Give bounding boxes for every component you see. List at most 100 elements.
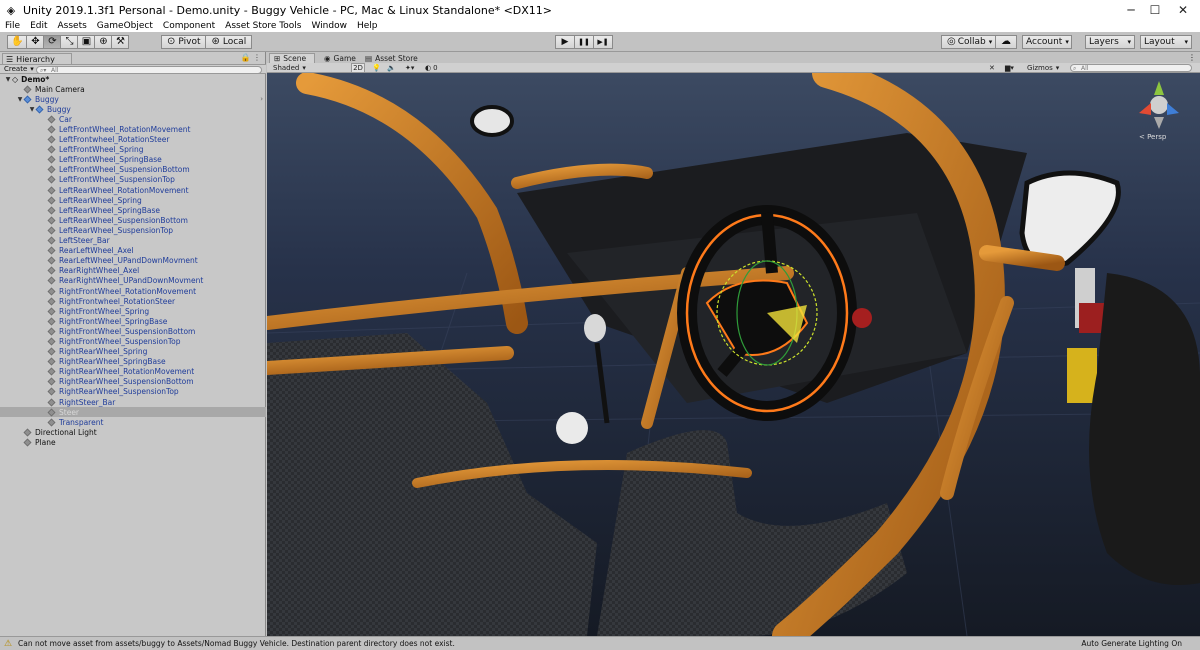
hierarchy-row[interactable]: ▼ Buggy › bbox=[0, 94, 266, 104]
hierarchy-row[interactable]: LeftRearWheel_SuspensionTop bbox=[0, 225, 266, 235]
effects-dropdown-icon[interactable]: ✦▾ bbox=[405, 63, 414, 73]
hierarchy-row[interactable]: Plane bbox=[0, 437, 266, 447]
tab-scene[interactable]: ⊞ Scene bbox=[269, 53, 315, 63]
scene-viewport[interactable]: < Persp bbox=[267, 73, 1200, 636]
hierarchy-row[interactable]: LeftFrontWheel_Spring bbox=[0, 145, 266, 155]
layers-button[interactable]: Layers bbox=[1085, 35, 1135, 49]
hierarchy-row[interactable]: LeftRearWheel_Spring bbox=[0, 195, 266, 205]
hierarchy-row[interactable]: RearLeftWheel_UPandDownMovment bbox=[0, 256, 266, 266]
hierarchy-row[interactable]: RearRightWheel_UPandDownMovment bbox=[0, 276, 266, 286]
account-button[interactable]: Account bbox=[1022, 35, 1072, 49]
rotate-tool-button[interactable]: ⟳ bbox=[43, 35, 62, 49]
camera-settings-icon[interactable]: ▆▾ bbox=[1005, 63, 1014, 73]
create-dropdown[interactable]: Create bbox=[0, 65, 34, 73]
scale-tool-button[interactable]: ⤡ bbox=[60, 35, 79, 49]
collab-button[interactable]: ◎ Collab bbox=[941, 35, 999, 49]
hierarchy-row[interactable]: RightRearWheel_SuspensionTop bbox=[0, 387, 266, 397]
hierarchy-row[interactable]: Directional Light bbox=[0, 427, 266, 437]
rect-tool-button[interactable]: ▣ bbox=[77, 35, 96, 49]
shading-mode-dropdown[interactable]: Shaded bbox=[273, 63, 347, 73]
hand-tool-button[interactable]: ✋ bbox=[7, 35, 28, 49]
pivot-button[interactable]: ⊙ Pivot bbox=[161, 35, 207, 49]
hidden-objects-icon[interactable]: ◐ 0 bbox=[425, 63, 438, 73]
custom-tool-button[interactable]: ⚒ bbox=[111, 35, 130, 49]
scene-panel-menu-icon[interactable]: ⋮ bbox=[1188, 53, 1196, 62]
menu-window[interactable]: Window bbox=[306, 21, 352, 31]
collab-dropdown[interactable]: ◎ Collab bbox=[941, 35, 999, 49]
gameobject-icon bbox=[47, 155, 56, 164]
hierarchy-row-label: Demo* bbox=[21, 74, 50, 84]
gameobject-icon bbox=[23, 438, 32, 447]
mode-2d-toggle[interactable]: 2D bbox=[351, 63, 365, 73]
collab-label: Collab bbox=[957, 37, 986, 47]
prefab-open-chevron-icon[interactable]: › bbox=[260, 95, 263, 103]
hierarchy-search-input[interactable]: ⌕▾ All bbox=[36, 66, 262, 74]
hierarchy-row[interactable]: RearLeftWheel_Axel bbox=[0, 246, 266, 256]
hierarchy-row[interactable]: Main Camera bbox=[0, 84, 266, 94]
menu-component[interactable]: Component bbox=[158, 21, 220, 31]
pivot-label: Pivot bbox=[178, 37, 201, 47]
unity-app-icon: ◈ bbox=[6, 3, 16, 17]
lighting-toggle-icon[interactable]: 💡 bbox=[372, 63, 381, 73]
hierarchy-row[interactable]: LeftRearWheel_SuspensionBottom bbox=[0, 215, 266, 225]
cloud-button[interactable]: ☁ bbox=[995, 35, 1017, 49]
layout-button[interactable]: Layout bbox=[1140, 35, 1192, 49]
hierarchy-row[interactable]: RightRearWheel_RotationMovement bbox=[0, 367, 266, 377]
hierarchy-row-label: Plane bbox=[35, 437, 56, 447]
hierarchy-row[interactable]: Transparent bbox=[0, 417, 266, 427]
hierarchy-row[interactable]: RightSteer_Bar bbox=[0, 397, 266, 407]
gameobject-icon bbox=[47, 337, 56, 346]
panel-menu-icon[interactable]: 🔒 ⋮ bbox=[240, 53, 261, 62]
expand-arrow-icon[interactable]: ▼ bbox=[4, 76, 12, 83]
hierarchy-row[interactable]: LeftFrontwheel_RotationSteer bbox=[0, 135, 266, 145]
hierarchy-row[interactable]: RightFrontWheel_Spring bbox=[0, 306, 266, 316]
hierarchy-row[interactable]: Steer bbox=[0, 407, 266, 418]
hierarchy-row[interactable]: RearRightWheel_Axel bbox=[0, 266, 266, 276]
close-button[interactable]: ✕ bbox=[1160, 0, 1200, 20]
hierarchy-row[interactable]: RightFrontWheel_RotationMovement bbox=[0, 286, 266, 296]
hierarchy-row[interactable]: LeftFrontWheel_RotationMovement bbox=[0, 124, 266, 134]
hierarchy-row[interactable]: LeftFrontWheel_SuspensionBottom bbox=[0, 165, 266, 175]
status-message[interactable]: Can not move asset from assets/buggy to … bbox=[18, 639, 455, 648]
menu-gameobject[interactable]: GameObject bbox=[92, 21, 158, 31]
hierarchy-row[interactable]: LeftRearWheel_SpringBase bbox=[0, 205, 266, 215]
hand-icon: ✋ bbox=[11, 36, 24, 47]
menu-edit[interactable]: Edit bbox=[25, 21, 52, 31]
hierarchy-row[interactable]: RightFrontWheel_SpringBase bbox=[0, 316, 266, 326]
hierarchy-row[interactable]: ▼ Buggy bbox=[0, 104, 266, 114]
play-button[interactable]: ▶ bbox=[555, 35, 575, 49]
hierarchy-row[interactable]: ▼ ◇ Demo* bbox=[0, 74, 266, 84]
hierarchy-row[interactable]: LeftFrontWheel_SpringBase bbox=[0, 155, 266, 165]
tab-game[interactable]: ◉ Game bbox=[320, 53, 360, 63]
menu-asset-store-tools[interactable]: Asset Store Tools bbox=[220, 21, 306, 31]
gameobject-icon bbox=[47, 367, 56, 376]
hierarchy-row[interactable]: RightFrontWheel_SuspensionBottom bbox=[0, 326, 266, 336]
menu-assets[interactable]: Assets bbox=[53, 21, 92, 31]
hierarchy-row[interactable]: LeftFrontWheel_SuspensionTop bbox=[0, 175, 266, 185]
hierarchy-row[interactable]: RightRearWheel_SuspensionBottom bbox=[0, 377, 266, 387]
hierarchy-row[interactable]: Car bbox=[0, 114, 266, 124]
playback-controls: ▶ ❚❚ ▶❚ bbox=[555, 35, 613, 49]
menu-help[interactable]: Help bbox=[352, 21, 383, 31]
transform-tool-button[interactable]: ⊕ bbox=[94, 35, 113, 49]
tab-asset-store[interactable]: ▤ Asset Store bbox=[361, 53, 422, 63]
scene-search-input[interactable]: ⌕ All bbox=[1070, 64, 1192, 72]
local-icon: ⊛ bbox=[211, 36, 220, 47]
local-button[interactable]: ⊛ Local bbox=[205, 35, 253, 49]
scene-tools-icon[interactable]: ✕ bbox=[989, 63, 995, 73]
hierarchy-row[interactable]: LeftSteer_Bar bbox=[0, 236, 266, 246]
hierarchy-row[interactable]: RightFrontWheel_SuspensionTop bbox=[0, 336, 266, 346]
hierarchy-row[interactable]: RightFrontwheel_RotationSteer bbox=[0, 296, 266, 306]
hierarchy-row[interactable]: RightRearWheel_SpringBase bbox=[0, 357, 266, 367]
persp-label[interactable]: < Persp bbox=[1139, 133, 1166, 141]
step-button[interactable]: ▶❚ bbox=[593, 35, 613, 49]
hierarchy-row[interactable]: LeftRearWheel_RotationMovement bbox=[0, 185, 266, 195]
hierarchy-tab[interactable]: ☰ Hierarchy bbox=[2, 53, 72, 64]
gizmos-dropdown[interactable]: Gizmos bbox=[1027, 63, 1059, 73]
menu-file[interactable]: File bbox=[0, 21, 25, 31]
move-tool-button[interactable]: ✥ bbox=[26, 35, 45, 49]
tools-icon: ⚒ bbox=[115, 36, 125, 47]
audio-toggle-icon[interactable]: 🔈 bbox=[387, 63, 396, 73]
pause-button[interactable]: ❚❚ bbox=[574, 35, 594, 49]
hierarchy-row[interactable]: RightRearWheel_Spring bbox=[0, 347, 266, 357]
